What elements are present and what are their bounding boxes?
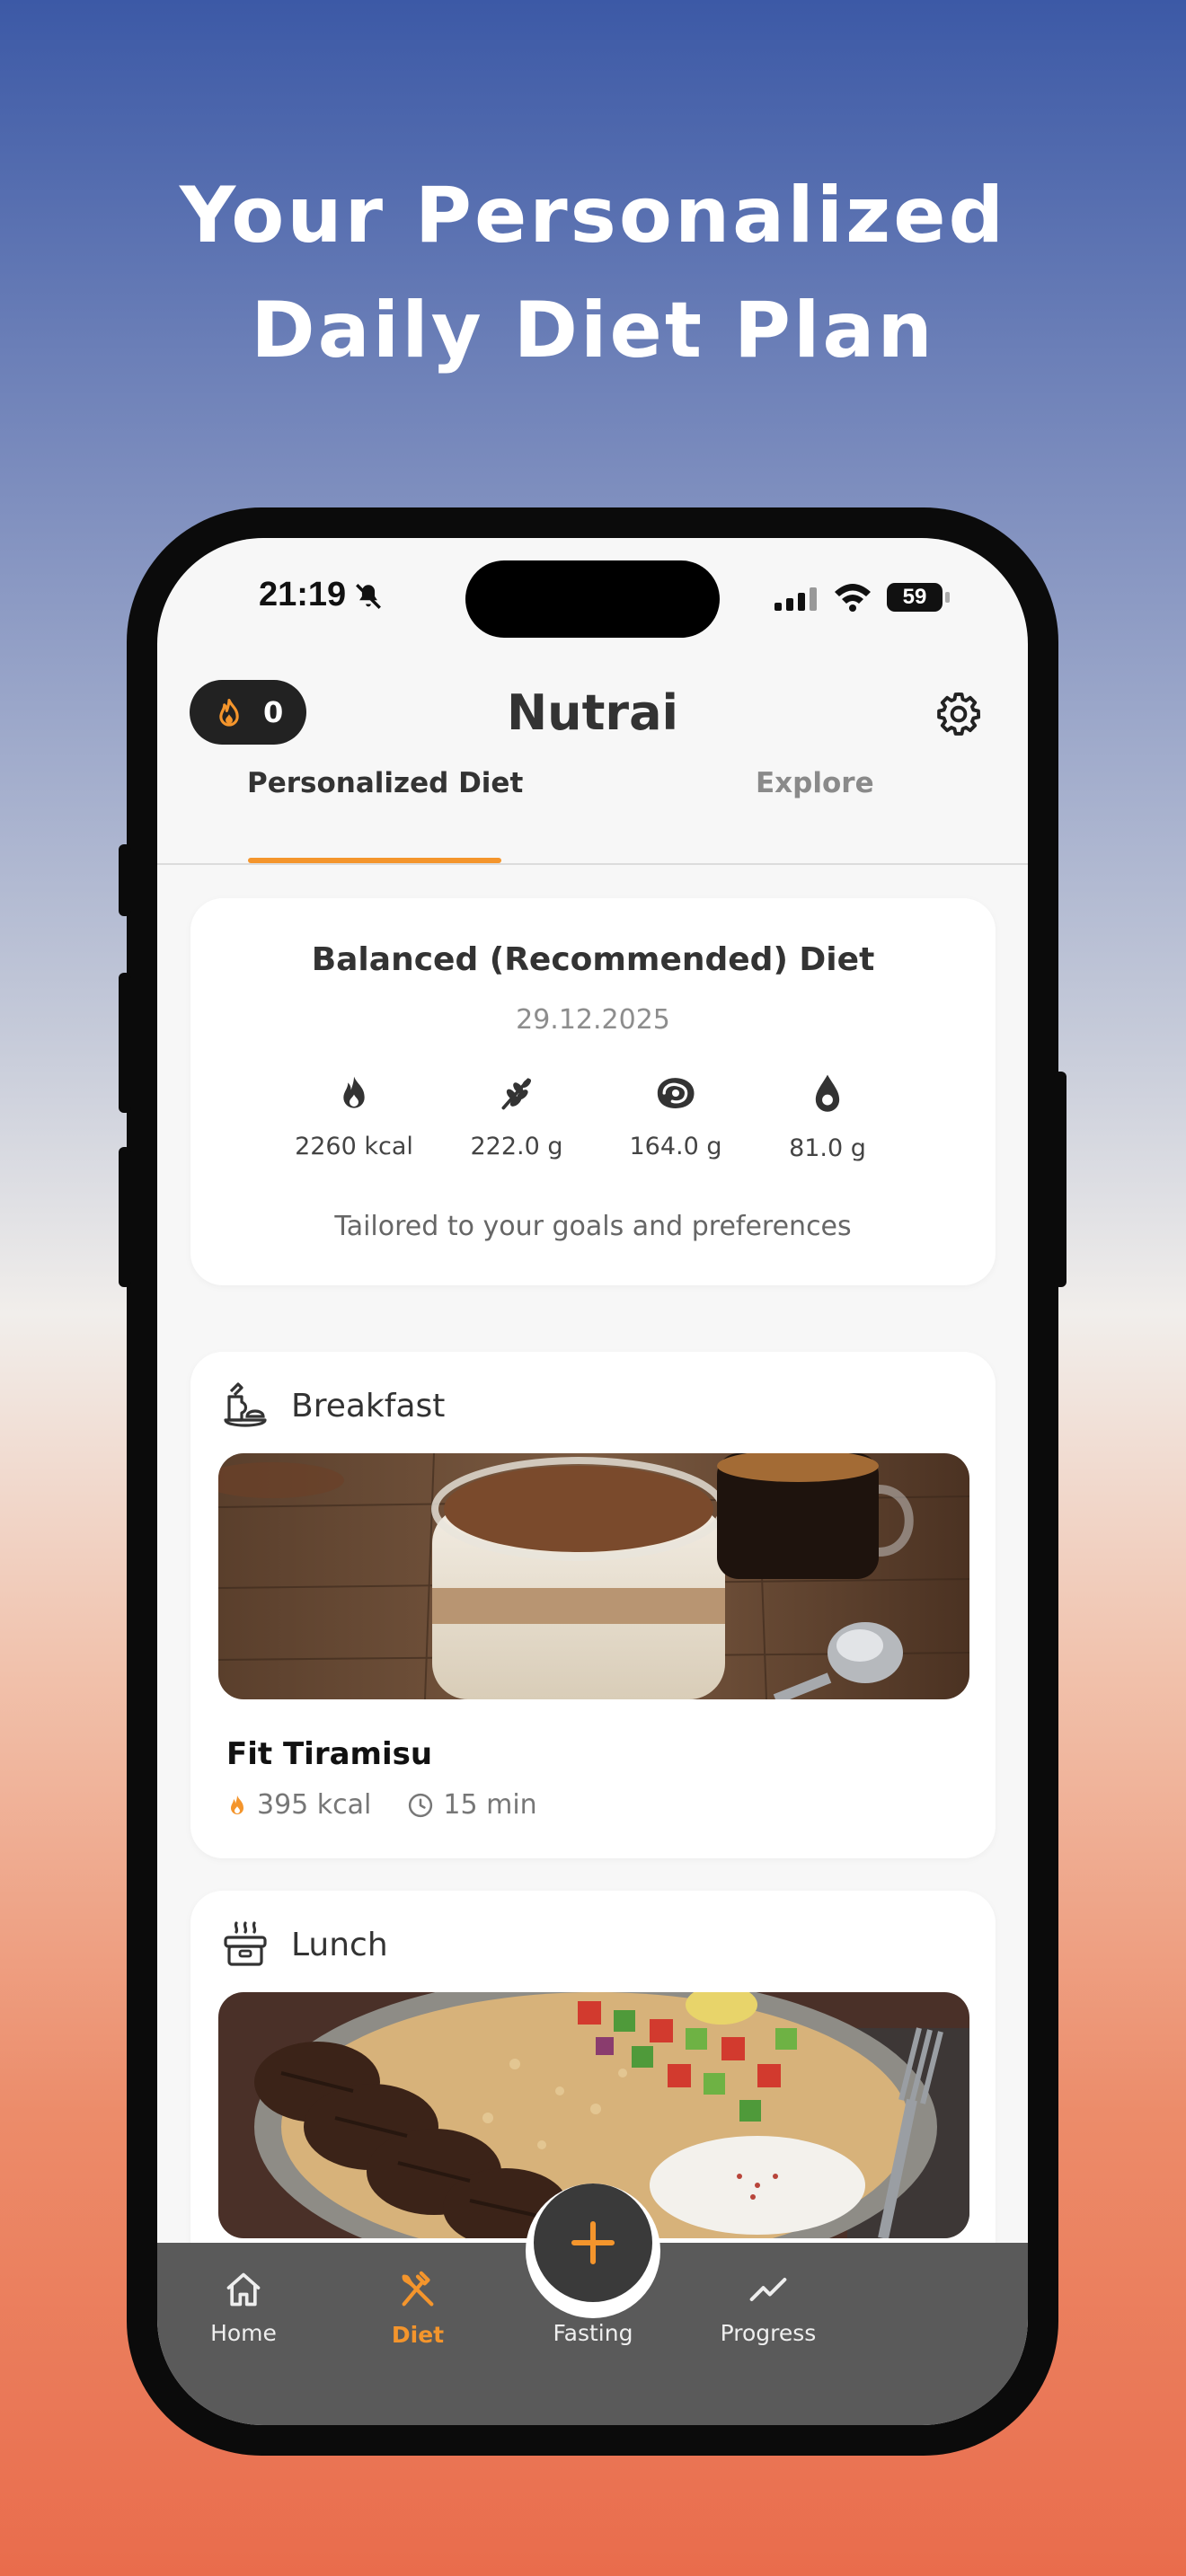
nav-diet-label: Diet [391,2322,445,2348]
macro-fat-value: 81.0 g [789,1134,866,1162]
plus-icon [571,2220,615,2265]
clock-icon [409,1793,433,1817]
meal-meta: 395 kcal 15 min [226,1789,537,1821]
power-button [1054,1072,1067,1287]
headline-line-1: Your Personalized [179,171,1007,260]
tab-explore[interactable]: Explore [756,767,874,799]
wifi-icon [835,584,871,612]
macro-calories: 2260 kcal [278,1073,430,1160]
app-screen: 21:19 59 0 Nutrai Personalized Diet Expl… [157,538,1028,2425]
breakfast-icon [224,1382,267,1427]
headline: Your Personalized Daily Diet Plan [0,158,1186,388]
meal-photo-tiramisu [218,1453,969,1699]
macro-protein: 164.0 g [599,1073,752,1160]
flame-icon [231,1795,243,1814]
action-button [119,844,131,916]
meal-section-label: Breakfast [291,1388,446,1425]
meal-section-label: Lunch [291,1927,388,1963]
plan-date: 29.12.2025 [516,1004,670,1036]
diet-plan-card: Balanced (Recommended) Diet 29.12.2025 2… [190,898,996,1285]
battery-indicator: 59 [887,583,943,612]
cellular-signal-icon [774,587,817,611]
drop-icon [815,1074,840,1112]
nav-home[interactable]: Home [176,2270,311,2346]
nav-progress-label: Progress [720,2320,817,2346]
nav-progress[interactable]: Progress [701,2270,836,2346]
macro-carbs: 222.0 g [440,1073,593,1160]
fork-knife-icon [402,2271,434,2307]
meat-icon [657,1078,695,1108]
macro-calories-value: 2260 kcal [295,1133,413,1160]
dynamic-island [465,560,720,638]
volume-up-button [119,973,131,1113]
meal-card-breakfast[interactable]: Breakfast Fit Tiramisu 395 kcal 15 min [190,1352,996,1858]
macro-fat: 81.0 g [751,1073,904,1162]
flame-icon [343,1076,365,1108]
macro-protein-value: 164.0 g [629,1133,722,1160]
nav-diet[interactable]: Diet [350,2270,485,2348]
macro-carbs-value: 222.0 g [470,1133,563,1160]
bell-muted-icon [356,584,381,609]
trend-icon [749,2277,787,2302]
status-time: 21:19 [259,576,347,613]
headline-line-2: Daily Diet Plan [251,286,935,375]
tab-personalized-diet[interactable]: Personalized Diet [247,767,523,799]
meal-name: Fit Tiramisu [226,1736,433,1772]
app-title: Nutrai [506,684,679,741]
meal-kcal: 395 kcal [257,1789,372,1821]
phone-frame: 21:19 59 0 Nutrai Personalized Diet Expl… [119,507,1067,2456]
meal-time: 15 min [443,1789,537,1821]
plan-tagline: Tailored to your goals and preferences [334,1211,852,1242]
nav-fasting-label: Fasting [553,2320,633,2346]
lunch-box-icon [224,1921,267,1966]
battery-tip [945,592,950,603]
nav-home-label: Home [210,2320,277,2346]
tab-divider [157,863,1028,865]
add-button[interactable] [534,2183,652,2302]
wheat-icon [501,1078,531,1110]
plan-title: Balanced (Recommended) Diet [311,941,875,978]
home-icon [226,2272,261,2307]
volume-down-button [119,1147,131,1287]
gear-icon[interactable] [935,691,982,737]
